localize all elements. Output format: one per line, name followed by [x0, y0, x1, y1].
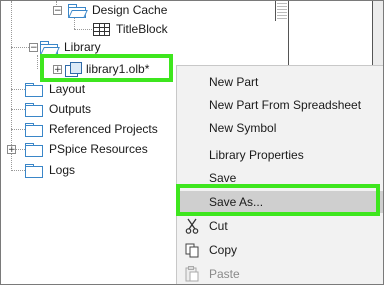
- tree-item-label: Outputs: [49, 102, 92, 116]
- tree-item-label: PSpice Resources: [49, 142, 148, 156]
- menu-item-label: New Part: [209, 75, 259, 89]
- menu-item-label: Copy: [209, 243, 238, 257]
- tree-item-label: Referenced Projects: [49, 122, 158, 136]
- folder-icon: [25, 82, 43, 97]
- menu-item-label: New Part From Spreadsheet: [209, 98, 362, 112]
- tree-guide-line: [11, 129, 25, 130]
- folder-icon: [25, 122, 43, 137]
- folder-open-icon: [40, 40, 60, 55]
- menu-item-new-part-from-spreadsheet[interactable]: New Part From Spreadsheet: [177, 94, 383, 116]
- tree-item-referenced-projects[interactable]: Referenced Projects: [25, 120, 158, 138]
- tree-item-layout[interactable]: Layout: [25, 80, 85, 98]
- collapse-toggle[interactable]: −: [53, 5, 62, 15]
- menu-item-new-symbol[interactable]: New Symbol: [177, 117, 383, 139]
- highlight-box: [176, 184, 380, 216]
- panel-scroll-area: [277, 1, 287, 21]
- collapse-toggle[interactable]: −: [29, 42, 38, 52]
- tree-item-pspice-resources[interactable]: + PSpice Resources: [7, 140, 148, 158]
- tree-guide-line: [74, 29, 92, 30]
- tree-item-label: Library: [64, 40, 101, 54]
- tree-item-design-cache[interactable]: − Design Cache: [53, 1, 167, 19]
- panel-divider: [275, 1, 276, 21]
- menu-item-new-part[interactable]: New Part: [177, 71, 383, 93]
- menu-item-label: Paste: [209, 267, 240, 281]
- menu-item-copy[interactable]: Copy: [177, 239, 383, 261]
- scrollbar-track[interactable]: [373, 1, 383, 65]
- menu-item-library-properties[interactable]: Library Properties: [177, 144, 383, 166]
- expand-toggle[interactable]: +: [7, 144, 16, 154]
- tree-item-label: Logs: [49, 163, 76, 177]
- tree-item-logs[interactable]: Logs: [25, 161, 75, 179]
- highlight-box: [40, 54, 173, 82]
- menu-item-label: Library Properties: [209, 148, 304, 162]
- copy-icon: [184, 242, 200, 258]
- tree-item-label: Design Cache: [92, 3, 168, 17]
- folder-open-icon: [68, 3, 88, 18]
- context-menu: New Part New Part From Spreadsheet New S…: [176, 65, 383, 284]
- tree-guide-line: [11, 47, 31, 48]
- tree-guide-line: [11, 170, 25, 171]
- project-manager-window: − Design Cache TitleBlock − Library + li…: [0, 0, 384, 285]
- tree-item-titleblock[interactable]: TitleBlock: [93, 20, 168, 38]
- folder-icon: [25, 102, 43, 117]
- panel-divider: [288, 1, 289, 65]
- tree-item-label: TitleBlock: [116, 22, 168, 36]
- tree-guide-line: [11, 89, 25, 90]
- menu-item-paste[interactable]: Paste: [177, 263, 383, 284]
- menu-item-label: Save: [209, 171, 237, 185]
- tree-guide-line: [37, 55, 38, 69]
- table-icon: [93, 22, 110, 36]
- tree-item-label: Layout: [49, 82, 86, 96]
- folder-icon: [25, 142, 43, 157]
- folder-icon: [25, 163, 43, 178]
- scissors-icon: [184, 218, 200, 234]
- menu-item-label: New Symbol: [209, 121, 277, 135]
- tree-guide-line: [11, 109, 25, 110]
- menu-item-label: Cut: [209, 219, 228, 233]
- paste-icon: [184, 266, 200, 282]
- tree-item-outputs[interactable]: Outputs: [25, 100, 91, 118]
- menu-item-cut[interactable]: Cut: [177, 215, 383, 237]
